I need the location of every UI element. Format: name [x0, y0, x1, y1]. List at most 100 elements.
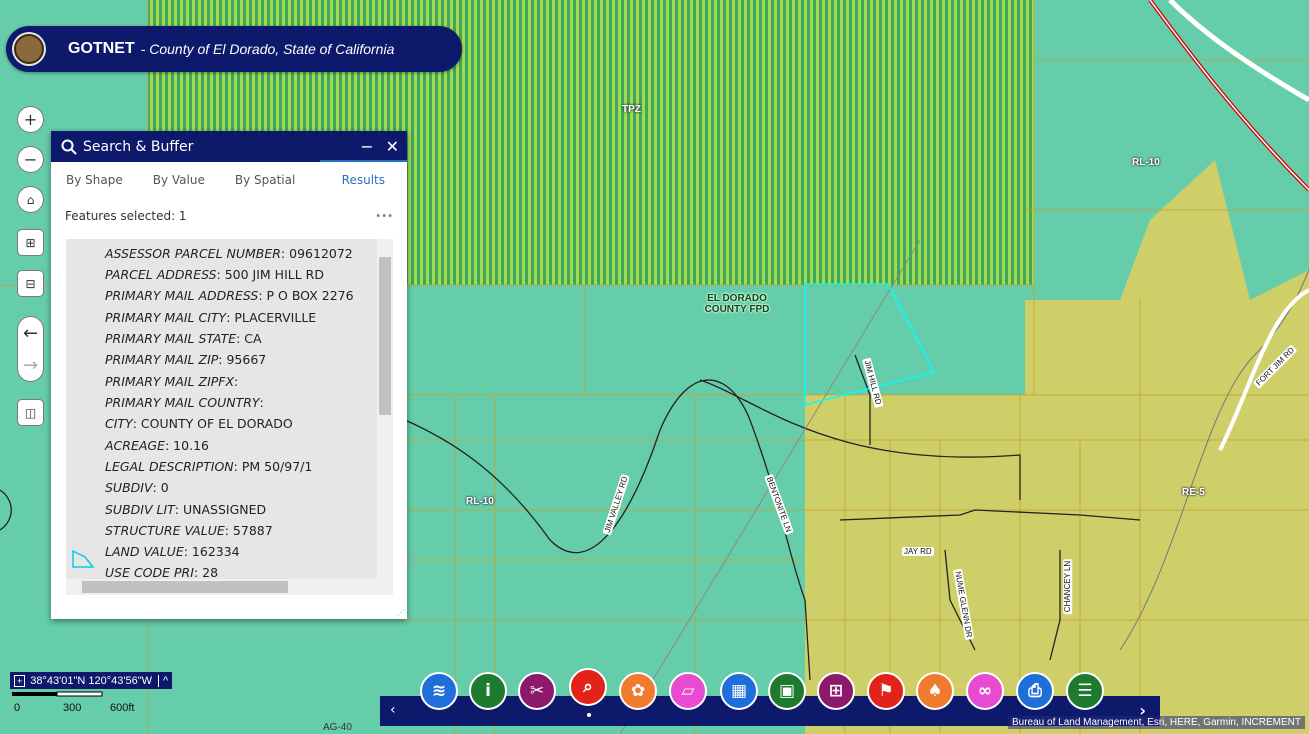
layers-button[interactable]: ≋: [420, 672, 458, 710]
grid-select-button[interactable]: ▦: [720, 672, 758, 710]
measure-button[interactable]: ▱: [669, 672, 707, 710]
panel-tabs: By Shape By Value By Spatial Results: [51, 160, 407, 198]
info-icon: i: [485, 681, 491, 701]
panel-title: Search & Buffer: [83, 138, 194, 155]
county-seal-logo: [12, 32, 46, 66]
scissors-button[interactable]: ✂: [518, 672, 556, 710]
zone-label-tpz: TPZ: [622, 104, 641, 115]
toolbar-prev-icon[interactable]: ‹: [390, 702, 396, 718]
crosshair-icon: +: [14, 674, 26, 687]
result-row: LAND VALUE: 162334: [105, 544, 240, 559]
parcel-icon: ▣: [778, 681, 796, 701]
chevron-up-icon[interactable]: ^: [158, 674, 168, 687]
road-label-jay: JAY RD: [902, 547, 934, 556]
polygon-shape-icon: [72, 549, 95, 568]
result-row: ACREAGE: 10.16: [105, 438, 209, 453]
close-icon[interactable]: ✕: [386, 137, 399, 156]
road-label-chancey: CHANCEY LN: [1063, 558, 1073, 615]
minimize-icon[interactable]: −: [360, 137, 373, 156]
education-button[interactable]: ♠: [916, 672, 954, 710]
print-button[interactable]: ⎙: [1016, 672, 1054, 710]
features-selected-bar: Features selected: 1 •••: [51, 198, 407, 234]
extent-history: ← →: [17, 316, 44, 382]
grid-select-icon: ▦: [730, 681, 748, 701]
layers-icon: ≋: [431, 681, 447, 701]
resize-handle[interactable]: ⋰: [397, 608, 405, 617]
zone-label-re5: RE-5: [1182, 487, 1205, 498]
tab-results[interactable]: Results: [319, 160, 407, 198]
home-button[interactable]: ⌂: [17, 186, 44, 213]
table-icon: ☰: [1077, 681, 1093, 701]
parcel-button[interactable]: ▣: [768, 672, 806, 710]
result-row: STRUCTURE VALUE: 57887: [105, 523, 273, 538]
ruler-icon: ▱: [681, 681, 695, 701]
tab-by-spatial[interactable]: By Spatial: [220, 162, 310, 198]
search-buffer-panel: Search & Buffer − ✕ By Shape By Value By…: [51, 131, 407, 619]
info-button[interactable]: i: [469, 672, 507, 710]
zoom-box-in-icon: ⊞: [25, 235, 36, 250]
result-row: PARCEL ADDRESS: 500 JIM HILL RD: [105, 267, 324, 282]
result-row: ASSESSOR PARCEL NUMBER: 09612072: [105, 246, 353, 261]
result-row: USE CODE PRI: 28: [105, 565, 219, 580]
attribute-table-button[interactable]: ☰: [1066, 672, 1104, 710]
horizontal-scroll-thumb[interactable]: [82, 581, 288, 593]
panel-header: Search & Buffer − ✕: [51, 131, 407, 162]
horizontal-scrollbar[interactable]: [66, 579, 393, 595]
active-tool-indicator: [587, 713, 591, 717]
result-row: LEGAL DESCRIPTION: PM 50/97/1: [105, 459, 313, 474]
results-list[interactable]: ASSESSOR PARCEL NUMBER: 09612072 PARCEL …: [66, 239, 393, 595]
result-row: PRIMARY MAIL ZIPFX:: [105, 374, 239, 389]
more-options-icon[interactable]: •••: [375, 211, 393, 222]
app-subtitle: - County of El Dorado, State of Californ…: [140, 41, 395, 57]
scale-label-0: 0: [14, 702, 21, 714]
vertical-scrollbar[interactable]: [377, 239, 393, 579]
tab-by-shape[interactable]: By Shape: [51, 162, 138, 198]
app-header: GOTNET - County of El Dorado, State of C…: [6, 26, 462, 72]
graduation-icon: ♠: [927, 681, 943, 701]
flag-icon: ⚑: [878, 681, 894, 701]
zoom-box-out-icon: ⊟: [25, 276, 36, 291]
link-button[interactable]: ∞: [966, 672, 1004, 710]
result-row: PRIMARY MAIL COUNTRY:: [105, 395, 264, 410]
map-attribution: Bureau of Land Management, Esri, HERE, G…: [1008, 716, 1305, 729]
zone-label-rl10-w: RL-10: [466, 496, 494, 507]
swipe-button[interactable]: ◫: [17, 399, 44, 426]
link-icon: ∞: [977, 681, 993, 701]
scissors-icon: ✂: [529, 681, 545, 701]
scale-label-300: 300: [63, 702, 82, 714]
features-selected-text: Features selected: 1: [65, 209, 187, 223]
search-tool-icon: ⌕: [583, 677, 593, 697]
next-extent-icon[interactable]: →: [23, 355, 38, 376]
zoom-out-button[interactable]: −: [17, 146, 44, 173]
result-row: PRIMARY MAIL STATE: CA: [105, 331, 262, 346]
zoom-in-button[interactable]: +: [17, 106, 44, 133]
search-icon: [61, 139, 77, 155]
zoom-box-out-button[interactable]: ⊟: [17, 270, 44, 297]
flag-button[interactable]: ⚑: [867, 672, 905, 710]
scale-bar: 0 300 600ft: [10, 690, 140, 714]
previous-extent-icon[interactable]: ←: [23, 323, 38, 344]
result-row: CITY: COUNTY OF EL DORADO: [105, 416, 293, 431]
result-row: SUBDIV LIT: UNASSIGNED: [105, 502, 267, 517]
coordinate-text: 38°43'01"N 120°43'56"W: [30, 674, 152, 687]
zoom-box-in-button[interactable]: ⊞: [17, 229, 44, 256]
result-row: PRIMARY MAIL ADDRESS: P O BOX 2276: [105, 288, 354, 303]
zone-label-rl10-ne: RL-10: [1132, 157, 1160, 168]
search-buffer-button[interactable]: ⌕: [569, 668, 607, 706]
tab-by-value[interactable]: By Value: [138, 162, 220, 198]
swipe-icon: ◫: [24, 405, 37, 420]
vertical-scroll-thumb[interactable]: [379, 257, 391, 415]
palette-button[interactable]: ✿: [619, 672, 657, 710]
print-icon: ⎙: [1028, 681, 1042, 701]
basemap-icon: ⊞: [828, 681, 844, 701]
result-row: PRIMARY MAIL ZIP: 95667: [105, 352, 267, 367]
zone-label-fpd: EL DORADO COUNTY FPD: [704, 293, 770, 315]
app-title: GOTNET: [68, 40, 135, 57]
zone-label-ag40: AG-40: [323, 722, 352, 733]
result-row: PRIMARY MAIL CITY: PLACERVILLE: [105, 310, 317, 325]
coordinate-readout: + 38°43'01"N 120°43'56"W ^: [10, 672, 173, 689]
scale-label-600: 600ft: [110, 702, 135, 714]
result-row: SUBDIV: 0: [105, 480, 169, 495]
home-icon: ⌂: [26, 192, 35, 207]
basemap-button[interactable]: ⊞: [817, 672, 855, 710]
